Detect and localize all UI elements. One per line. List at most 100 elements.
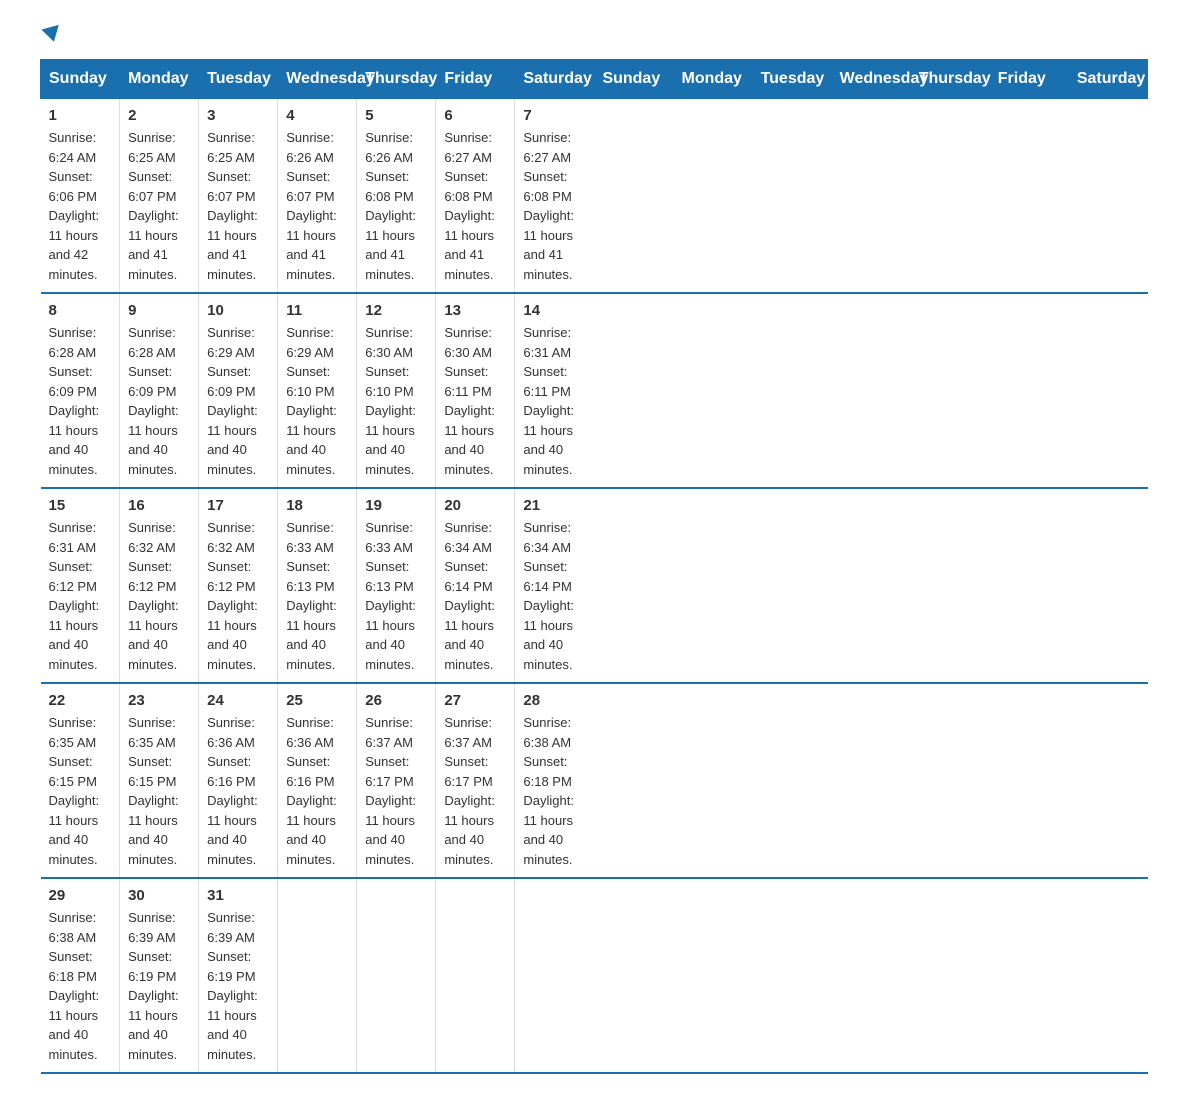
day-info: Sunrise: 6:36 AM Sunset: 6:16 PM Dayligh… [207, 713, 269, 869]
calendar-cell: 18 Sunrise: 6:33 AM Sunset: 6:13 PM Dayl… [278, 488, 357, 683]
day-number: 13 [444, 302, 506, 319]
col-header-sunday: Sunday [594, 60, 673, 99]
calendar-cell: 26 Sunrise: 6:37 AM Sunset: 6:17 PM Dayl… [357, 683, 436, 878]
day-number: 25 [286, 692, 348, 709]
calendar-week-row: 29 Sunrise: 6:38 AM Sunset: 6:18 PM Dayl… [41, 878, 1148, 1073]
day-number: 28 [523, 692, 586, 709]
col-header-sunday: Sunday [41, 60, 120, 99]
calendar-cell: 23 Sunrise: 6:35 AM Sunset: 6:15 PM Dayl… [120, 683, 199, 878]
calendar-cell: 29 Sunrise: 6:38 AM Sunset: 6:18 PM Dayl… [41, 878, 120, 1073]
calendar-cell: 20 Sunrise: 6:34 AM Sunset: 6:14 PM Dayl… [436, 488, 515, 683]
day-info: Sunrise: 6:26 AM Sunset: 6:07 PM Dayligh… [286, 128, 348, 284]
col-header-saturday: Saturday [1068, 60, 1147, 99]
col-header-thursday: Thursday [357, 60, 436, 99]
calendar-cell [436, 878, 515, 1073]
day-info: Sunrise: 6:27 AM Sunset: 6:08 PM Dayligh… [444, 128, 506, 284]
day-number: 9 [128, 302, 190, 319]
calendar-cell [278, 878, 357, 1073]
day-number: 5 [365, 107, 427, 124]
calendar-table: SundayMondayTuesdayWednesdayThursdayFrid… [40, 59, 1148, 1074]
day-number: 12 [365, 302, 427, 319]
day-info: Sunrise: 6:25 AM Sunset: 6:07 PM Dayligh… [128, 128, 190, 284]
day-number: 20 [444, 497, 506, 514]
calendar-week-row: 1 Sunrise: 6:24 AM Sunset: 6:06 PM Dayli… [41, 99, 1148, 294]
calendar-week-row: 15 Sunrise: 6:31 AM Sunset: 6:12 PM Dayl… [41, 488, 1148, 683]
day-info: Sunrise: 6:38 AM Sunset: 6:18 PM Dayligh… [523, 713, 586, 869]
calendar-cell: 28 Sunrise: 6:38 AM Sunset: 6:18 PM Dayl… [515, 683, 594, 878]
day-info: Sunrise: 6:25 AM Sunset: 6:07 PM Dayligh… [207, 128, 269, 284]
calendar-cell: 2 Sunrise: 6:25 AM Sunset: 6:07 PM Dayli… [120, 99, 199, 294]
day-info: Sunrise: 6:27 AM Sunset: 6:08 PM Dayligh… [523, 128, 586, 284]
day-number: 18 [286, 497, 348, 514]
calendar-cell: 14 Sunrise: 6:31 AM Sunset: 6:11 PM Dayl… [515, 293, 594, 488]
col-header-friday: Friday [436, 60, 515, 99]
calendar-cell: 5 Sunrise: 6:26 AM Sunset: 6:08 PM Dayli… [357, 99, 436, 294]
day-info: Sunrise: 6:38 AM Sunset: 6:18 PM Dayligh… [49, 908, 112, 1064]
col-header-wednesday: Wednesday [278, 60, 357, 99]
calendar-cell: 30 Sunrise: 6:39 AM Sunset: 6:19 PM Dayl… [120, 878, 199, 1073]
day-number: 1 [49, 107, 112, 124]
calendar-cell: 24 Sunrise: 6:36 AM Sunset: 6:16 PM Dayl… [199, 683, 278, 878]
calendar-cell: 12 Sunrise: 6:30 AM Sunset: 6:10 PM Dayl… [357, 293, 436, 488]
logo-triangle-icon [41, 25, 62, 44]
calendar-cell: 3 Sunrise: 6:25 AM Sunset: 6:07 PM Dayli… [199, 99, 278, 294]
day-number: 15 [49, 497, 112, 514]
day-info: Sunrise: 6:36 AM Sunset: 6:16 PM Dayligh… [286, 713, 348, 869]
day-number: 22 [49, 692, 112, 709]
day-number: 26 [365, 692, 427, 709]
calendar-cell: 1 Sunrise: 6:24 AM Sunset: 6:06 PM Dayli… [41, 99, 120, 294]
day-info: Sunrise: 6:34 AM Sunset: 6:14 PM Dayligh… [444, 518, 506, 674]
calendar-cell: 22 Sunrise: 6:35 AM Sunset: 6:15 PM Dayl… [41, 683, 120, 878]
day-number: 6 [444, 107, 506, 124]
day-info: Sunrise: 6:31 AM Sunset: 6:12 PM Dayligh… [49, 518, 112, 674]
day-info: Sunrise: 6:37 AM Sunset: 6:17 PM Dayligh… [444, 713, 506, 869]
day-number: 10 [207, 302, 269, 319]
day-number: 19 [365, 497, 427, 514]
day-number: 21 [523, 497, 586, 514]
col-header-monday: Monday [673, 60, 752, 99]
day-number: 30 [128, 887, 190, 904]
day-info: Sunrise: 6:37 AM Sunset: 6:17 PM Dayligh… [365, 713, 427, 869]
col-header-monday: Monday [120, 60, 199, 99]
calendar-cell: 25 Sunrise: 6:36 AM Sunset: 6:16 PM Dayl… [278, 683, 357, 878]
day-info: Sunrise: 6:34 AM Sunset: 6:14 PM Dayligh… [523, 518, 586, 674]
day-info: Sunrise: 6:39 AM Sunset: 6:19 PM Dayligh… [128, 908, 190, 1064]
day-info: Sunrise: 6:31 AM Sunset: 6:11 PM Dayligh… [523, 323, 586, 479]
day-number: 29 [49, 887, 112, 904]
calendar-cell: 9 Sunrise: 6:28 AM Sunset: 6:09 PM Dayli… [120, 293, 199, 488]
calendar-cell: 13 Sunrise: 6:30 AM Sunset: 6:11 PM Dayl… [436, 293, 515, 488]
calendar-cell: 6 Sunrise: 6:27 AM Sunset: 6:08 PM Dayli… [436, 99, 515, 294]
calendar-cell: 10 Sunrise: 6:29 AM Sunset: 6:09 PM Dayl… [199, 293, 278, 488]
calendar-cell [357, 878, 436, 1073]
calendar-cell: 27 Sunrise: 6:37 AM Sunset: 6:17 PM Dayl… [436, 683, 515, 878]
day-number: 31 [207, 887, 269, 904]
day-info: Sunrise: 6:35 AM Sunset: 6:15 PM Dayligh… [128, 713, 190, 869]
calendar-cell: 19 Sunrise: 6:33 AM Sunset: 6:13 PM Dayl… [357, 488, 436, 683]
day-info: Sunrise: 6:29 AM Sunset: 6:10 PM Dayligh… [286, 323, 348, 479]
day-number: 3 [207, 107, 269, 124]
day-info: Sunrise: 6:29 AM Sunset: 6:09 PM Dayligh… [207, 323, 269, 479]
calendar-week-row: 22 Sunrise: 6:35 AM Sunset: 6:15 PM Dayl… [41, 683, 1148, 878]
day-info: Sunrise: 6:28 AM Sunset: 6:09 PM Dayligh… [49, 323, 112, 479]
col-header-tuesday: Tuesday [199, 60, 278, 99]
day-info: Sunrise: 6:39 AM Sunset: 6:19 PM Dayligh… [207, 908, 269, 1064]
calendar-cell: 7 Sunrise: 6:27 AM Sunset: 6:08 PM Dayli… [515, 99, 594, 294]
calendar-cell [515, 878, 594, 1073]
calendar-cell: 8 Sunrise: 6:28 AM Sunset: 6:09 PM Dayli… [41, 293, 120, 488]
col-header-thursday: Thursday [910, 60, 989, 99]
day-number: 2 [128, 107, 190, 124]
day-info: Sunrise: 6:33 AM Sunset: 6:13 PM Dayligh… [365, 518, 427, 674]
day-info: Sunrise: 6:26 AM Sunset: 6:08 PM Dayligh… [365, 128, 427, 284]
day-info: Sunrise: 6:30 AM Sunset: 6:11 PM Dayligh… [444, 323, 506, 479]
day-info: Sunrise: 6:35 AM Sunset: 6:15 PM Dayligh… [49, 713, 112, 869]
day-info: Sunrise: 6:30 AM Sunset: 6:10 PM Dayligh… [365, 323, 427, 479]
day-number: 16 [128, 497, 190, 514]
day-number: 11 [286, 302, 348, 319]
calendar-header-row: SundayMondayTuesdayWednesdayThursdayFrid… [41, 60, 1148, 99]
day-info: Sunrise: 6:24 AM Sunset: 6:06 PM Dayligh… [49, 128, 112, 284]
day-info: Sunrise: 6:28 AM Sunset: 6:09 PM Dayligh… [128, 323, 190, 479]
col-header-tuesday: Tuesday [752, 60, 831, 99]
day-number: 7 [523, 107, 586, 124]
day-number: 27 [444, 692, 506, 709]
day-info: Sunrise: 6:32 AM Sunset: 6:12 PM Dayligh… [128, 518, 190, 674]
